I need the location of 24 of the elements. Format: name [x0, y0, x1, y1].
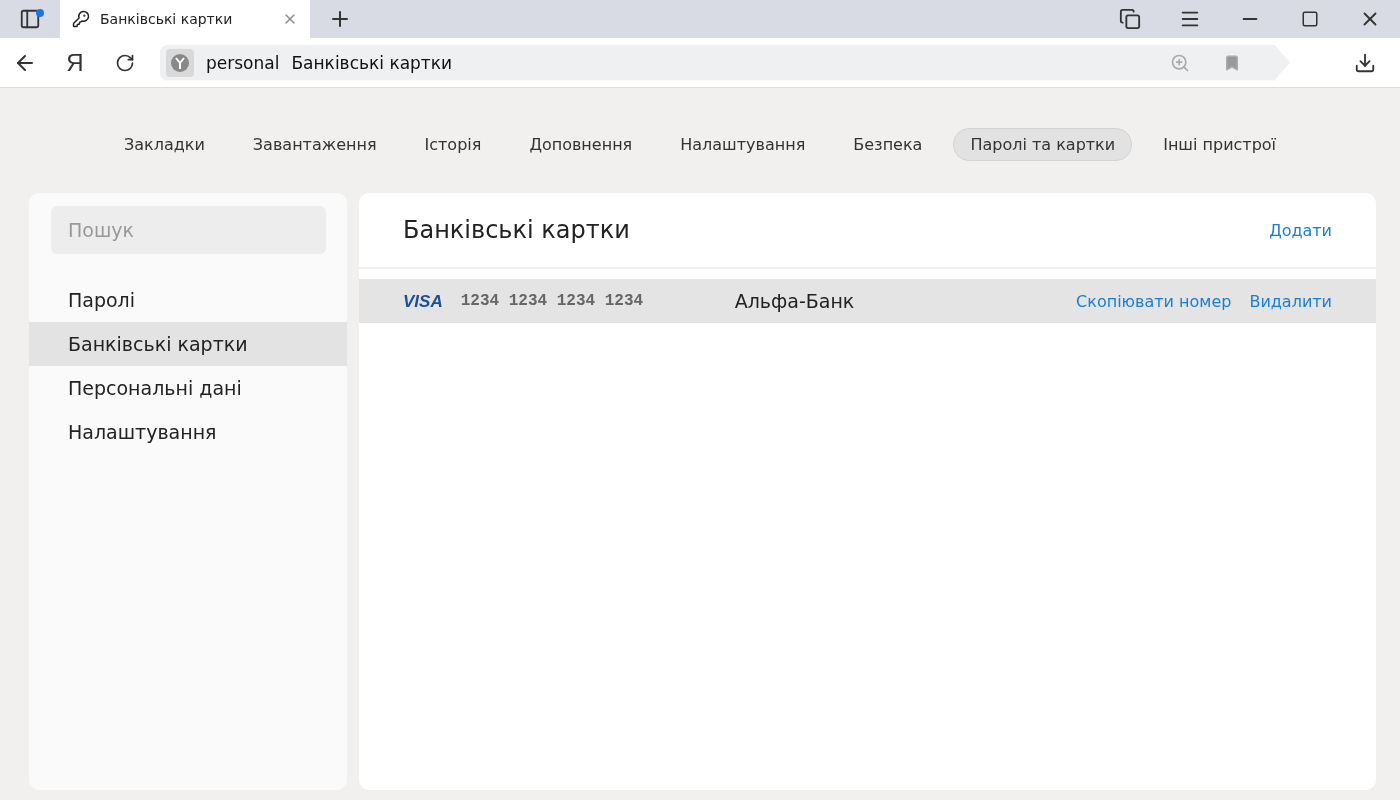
browser-tab[interactable]: Банківські картки [60, 0, 310, 38]
page-title: Банківські картки [403, 216, 630, 244]
nav-tab[interactable]: Історія [407, 128, 499, 161]
nav-tab[interactable]: Налаштування [663, 128, 823, 161]
address-page-title: Банківські картки [291, 52, 454, 73]
sidebar-item[interactable]: Персональні дані [29, 366, 347, 410]
sidebar-item[interactable]: Паролі [29, 278, 347, 322]
card-brand-logo: VISA [403, 291, 443, 312]
browser-logo-icon [166, 48, 194, 77]
key-icon [72, 10, 90, 28]
sidebar-item[interactable]: Банківські картки [29, 322, 347, 366]
address-host: personal [206, 52, 280, 73]
card-number: 1234 1234 1234 1234 [460, 292, 645, 310]
logo-button[interactable]: Я [66, 48, 84, 77]
bank-name: Альфа-Банк [734, 290, 856, 312]
nav-tab[interactable]: Доповнення [512, 128, 650, 161]
sidebar-item[interactable]: Налаштування [29, 410, 347, 454]
nav-tab[interactable]: Безпека [836, 128, 940, 161]
nav-tab[interactable]: Завантаження [235, 128, 394, 161]
nav-tab[interactable]: Паролі та картки [953, 128, 1133, 161]
add-link[interactable]: Додати [1269, 220, 1332, 240]
nav-tab[interactable]: Закладки [106, 128, 222, 161]
search-field[interactable]: Пошук [51, 206, 326, 254]
nav-tab[interactable]: Інші пристрої [1146, 128, 1294, 161]
